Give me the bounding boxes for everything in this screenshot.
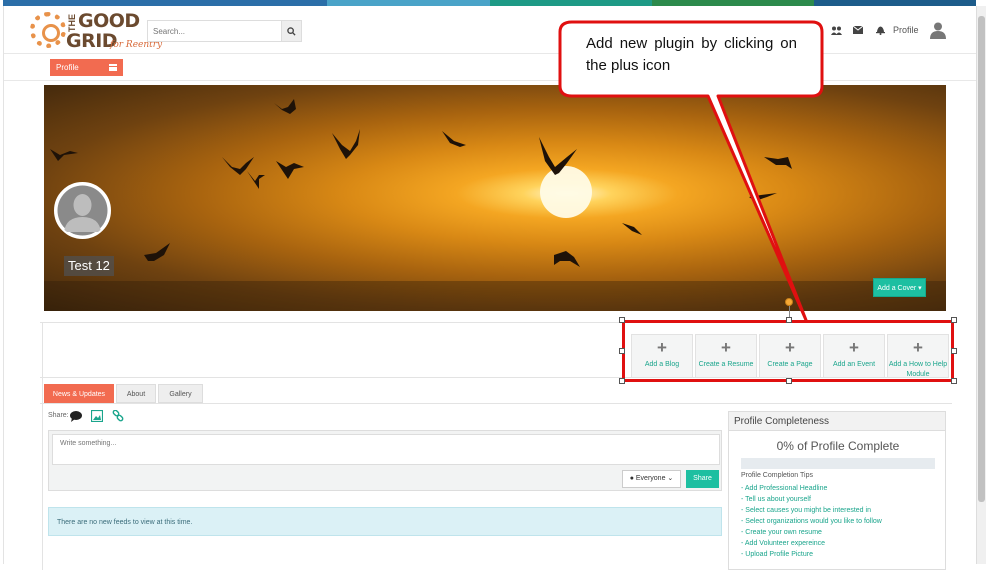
audience-label: Everyone [635, 475, 666, 482]
tabs-divider [40, 403, 952, 404]
tab-about[interactable]: About [116, 384, 156, 403]
resize-handle-right[interactable] [951, 348, 957, 354]
tip-link[interactable]: - Add Professional Headline [741, 483, 882, 494]
empty-feed-alert: There are no new feeds to view at this t… [48, 507, 722, 536]
tips-title: Profile Completion Tips [741, 472, 813, 479]
mail-icon[interactable] [852, 24, 864, 36]
search-button[interactable] [281, 21, 301, 41]
resize-handle-bottom-right[interactable] [951, 378, 957, 384]
profile-completeness-panel: Profile Completeness 0% of Profile Compl… [728, 411, 946, 570]
resize-handle-bottom[interactable] [786, 378, 792, 384]
birds-silhouette-image [44, 99, 946, 311]
completeness-heading: Profile Completeness [729, 412, 945, 431]
app-window: THE GOOD GRID for Reentry Search... Prof… [3, 6, 976, 570]
bell-icon[interactable] [874, 24, 886, 36]
search-input[interactable] [148, 21, 281, 41]
search-icon [287, 26, 296, 36]
resize-handle-left[interactable] [619, 348, 625, 354]
completeness-progress-bar [741, 458, 935, 469]
site-logo[interactable]: THE GOOD GRID for Reentry [30, 10, 162, 52]
tip-link[interactable]: - Select organizations would you like to… [741, 516, 882, 527]
chevron-down-icon: ⌄ [667, 475, 674, 482]
header-icon-group [830, 24, 886, 36]
logo-line1: GOOD [78, 10, 140, 32]
default-avatar-icon [56, 184, 109, 237]
completeness-percent: 0% of Profile Complete [776, 439, 900, 453]
tip-link[interactable]: - Create your own resume [741, 527, 882, 538]
cover-photo [44, 85, 946, 311]
tab-gallery[interactable]: Gallery [158, 384, 203, 403]
add-cover-button[interactable]: Add a Cover ▾ [873, 278, 926, 297]
audience-select[interactable]: ● Everyone ⌄ [622, 470, 681, 488]
user-avatar-icon[interactable] [929, 21, 947, 39]
sub-navigation: Profile [4, 54, 976, 81]
profile-avatar[interactable] [54, 182, 111, 239]
profile-tabs: News & Updates About Gallery [44, 384, 203, 403]
tab-news-updates[interactable]: News & Updates [44, 384, 114, 403]
tip-link[interactable]: - Tell us about yourself [741, 494, 882, 505]
profile-user-name: Test 12 [64, 256, 114, 276]
friends-icon[interactable] [830, 24, 842, 36]
globe-icon: ● [629, 475, 634, 482]
hamburger-icon [109, 64, 117, 71]
rotate-handle[interactable] [785, 298, 793, 306]
resize-handle-top-left[interactable] [619, 317, 625, 323]
resize-handle-top-right[interactable] [951, 317, 957, 323]
post-text-input[interactable] [52, 434, 720, 465]
post-composer: ● Everyone ⌄ Share [48, 430, 722, 491]
scrollbar-thumb[interactable] [978, 16, 985, 502]
profile-tab-label: Profile [56, 63, 79, 72]
top-header: THE GOOD GRID for Reentry Search... Prof… [4, 6, 976, 54]
tips-list: - Add Professional Headline - Tell us ab… [741, 483, 882, 560]
share-post-button[interactable]: Share [686, 470, 719, 488]
plugin-selection-box [622, 320, 954, 382]
content-divider [42, 322, 43, 570]
gear-logo-icon [30, 12, 66, 48]
vertical-scrollbar[interactable] [976, 6, 986, 564]
resize-handle-bottom-left[interactable] [619, 378, 625, 384]
share-label: Share: [48, 412, 69, 419]
photo-icon[interactable] [90, 409, 104, 423]
tip-link[interactable]: - Upload Profile Picture [741, 549, 882, 560]
search-box [147, 20, 302, 42]
link-icon[interactable] [111, 409, 125, 423]
status-comment-icon[interactable] [69, 409, 83, 423]
tip-link[interactable]: - Add Volunteer expereince [741, 538, 882, 549]
resize-handle-top[interactable] [786, 317, 792, 323]
header-profile-link[interactable]: Profile [893, 25, 919, 35]
profile-menu-tab[interactable]: Profile [50, 59, 123, 76]
callout-text: Add new plugin by clicking on the plus i… [586, 35, 797, 74]
tip-link[interactable]: - Select causes you might be interested … [741, 505, 882, 516]
